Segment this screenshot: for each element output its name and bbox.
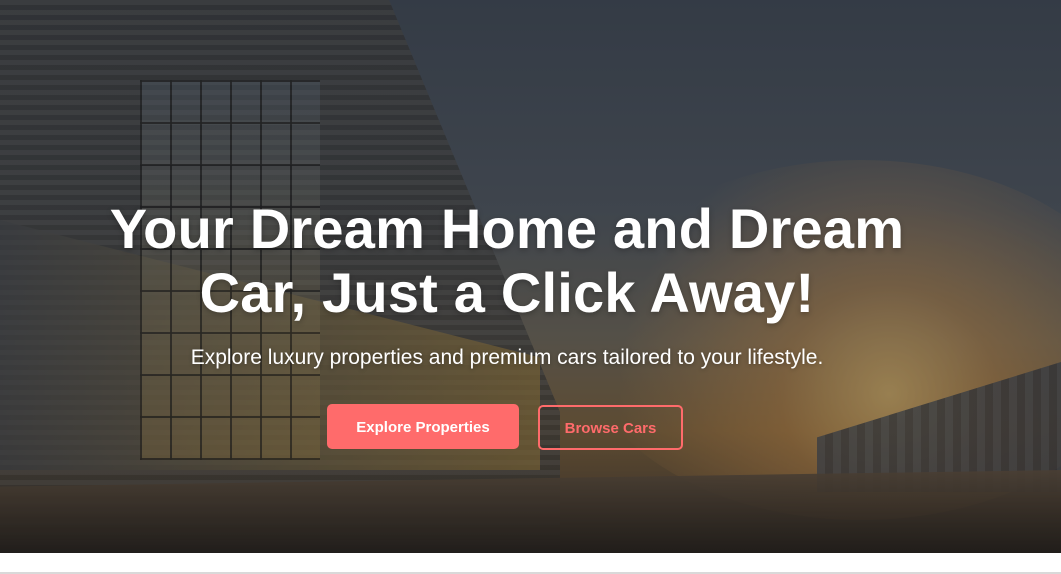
hero-subheadline: Explore luxury properties and premium ca… [190,346,824,369]
hero-content: Your Dream Home and Dream Car, Just a Cl… [0,0,1061,553]
page-content-strip [0,553,1061,574]
explore-properties-button[interactable]: Explore Properties [327,404,519,449]
hero-section: Your Dream Home and Dream Car, Just a Cl… [0,0,1061,553]
hero-headline: Your Dream Home and Dream Car, Just a Cl… [109,197,905,324]
browse-cars-button[interactable]: Browse Cars [538,405,683,450]
